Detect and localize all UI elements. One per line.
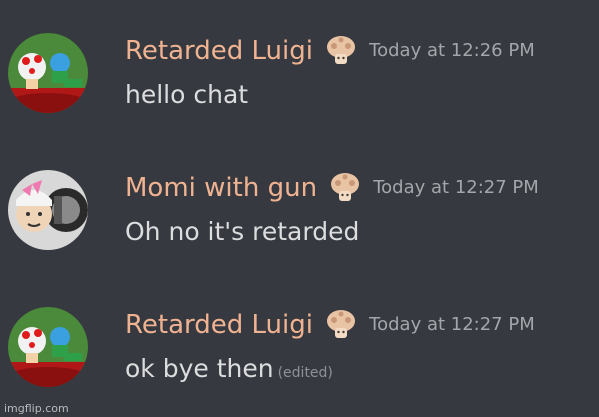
chat-message: Retarded Luigi Today at 12:26 PM hello c… — [0, 33, 599, 143]
chat-message: Retarded Luigi Today at 12:27 PM ok bye … — [0, 307, 599, 417]
chat-message: Momi with gun Today at 12:27 PM Oh no it… — [0, 170, 599, 280]
toad-luigi-avatar-icon — [8, 307, 88, 387]
message-content: ok bye then (edited) — [125, 353, 333, 389]
user-avatar[interactable] — [8, 170, 88, 250]
username[interactable]: Momi with gun — [125, 170, 317, 206]
username[interactable]: Retarded Luigi — [125, 307, 313, 343]
momi-gun-avatar-icon — [8, 170, 88, 250]
message-content: hello chat — [125, 79, 248, 111]
user-avatar[interactable] — [8, 33, 88, 113]
edited-label: (edited) — [277, 365, 333, 381]
message-text: ok bye then — [125, 354, 274, 383]
message-timestamp[interactable]: Today at 12:27 PM — [369, 307, 535, 343]
toad-luigi-avatar-icon — [8, 33, 88, 113]
message-timestamp[interactable]: Today at 12:26 PM — [369, 33, 535, 69]
mushroom-badge-icon — [324, 34, 358, 68]
message-content: Oh no it's retarded — [125, 216, 359, 248]
mushroom-badge-icon — [324, 308, 358, 342]
message-text: hello chat — [125, 80, 249, 109]
watermark: imgflip.com — [4, 402, 69, 415]
message-header: Retarded Luigi Today at 12:26 PM — [125, 33, 535, 73]
user-avatar[interactable] — [8, 307, 88, 387]
mushroom-badge-icon — [328, 171, 362, 205]
message-timestamp[interactable]: Today at 12:27 PM — [373, 170, 539, 206]
username[interactable]: Retarded Luigi — [125, 33, 313, 69]
message-header: Retarded Luigi Today at 12:27 PM — [125, 307, 535, 347]
message-text: Oh no it's retarded — [125, 217, 360, 246]
message-header: Momi with gun Today at 12:27 PM — [125, 170, 539, 210]
